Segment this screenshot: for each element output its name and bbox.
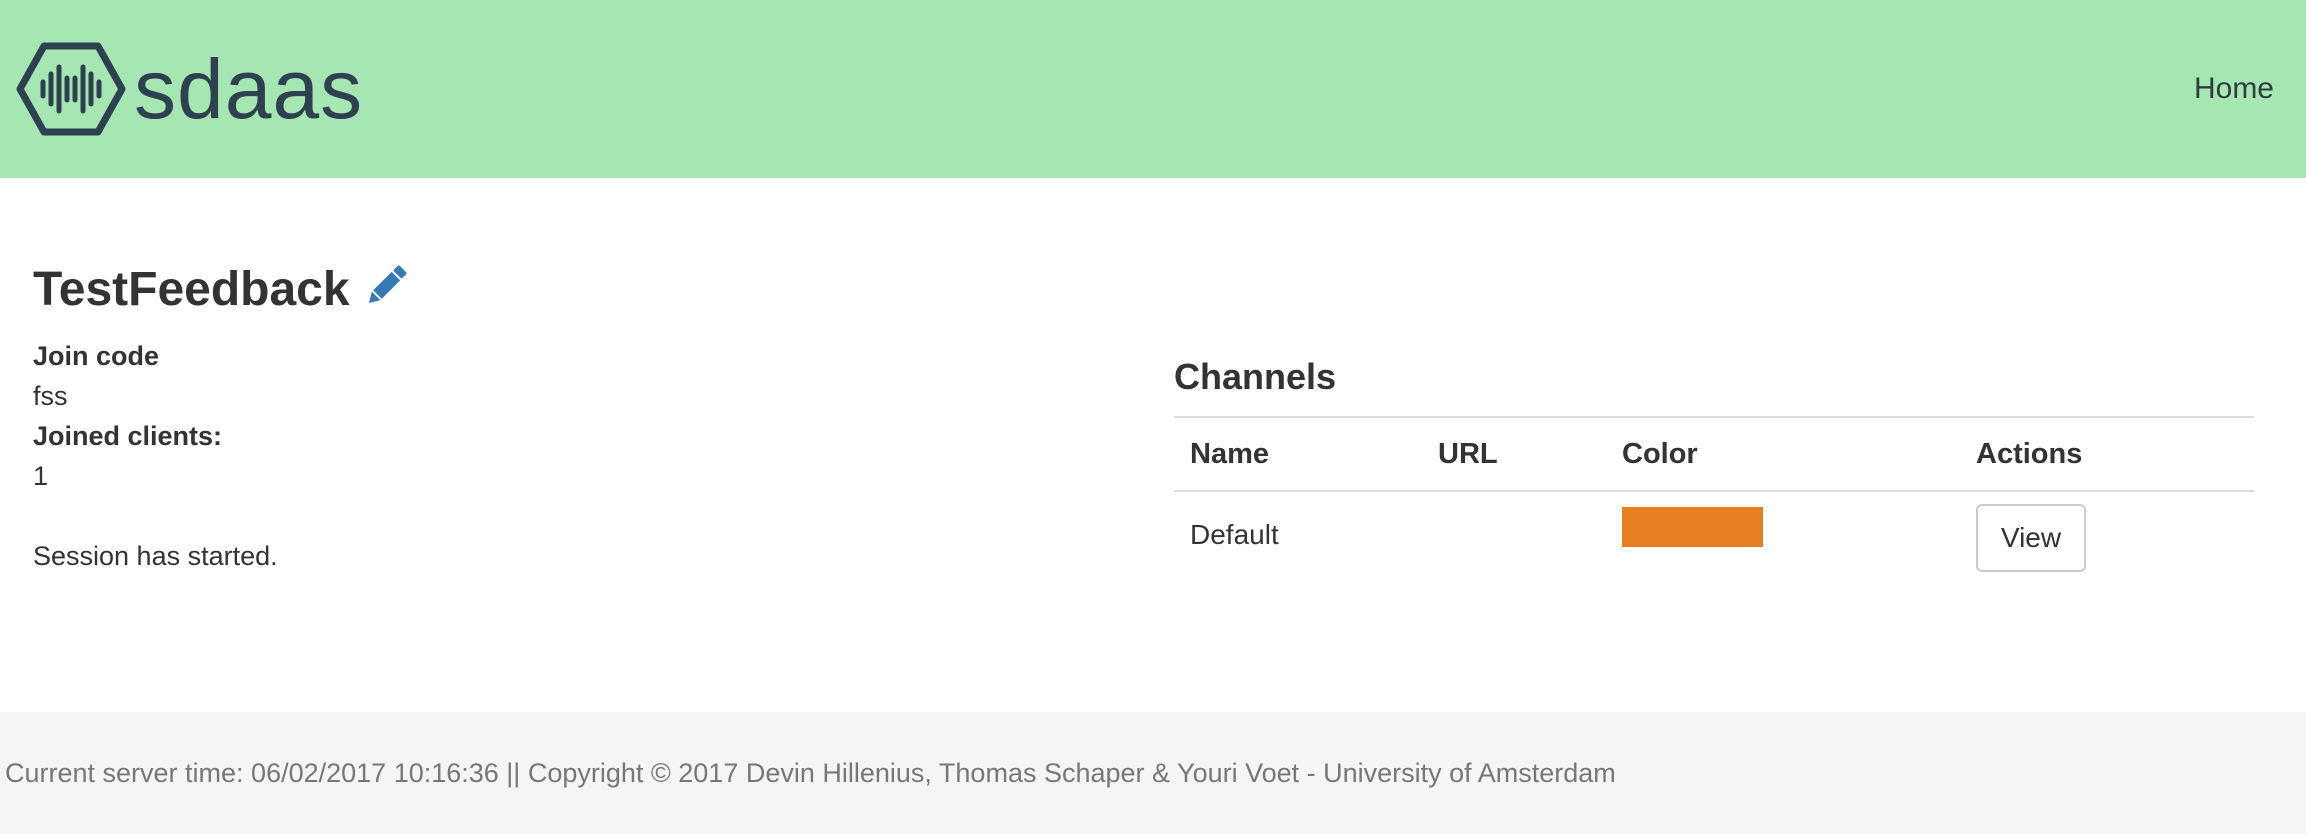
view-channel-button[interactable]: View bbox=[1976, 503, 2086, 572]
column-header-url: URL bbox=[1422, 416, 1606, 492]
session-info: Join code fss Joined clients: 1 bbox=[33, 336, 222, 496]
channel-color-swatch bbox=[1622, 506, 1763, 547]
pencil-icon[interactable] bbox=[360, 260, 412, 312]
nav-home-link[interactable]: Home bbox=[2194, 72, 2274, 106]
column-header-color: Color bbox=[1606, 416, 1960, 492]
channels-heading: Channels bbox=[1174, 356, 1337, 397]
channel-url bbox=[1422, 491, 1606, 577]
column-header-actions: Actions bbox=[1960, 416, 2254, 492]
soundwave-hexagon-icon bbox=[16, 42, 126, 136]
table-row: Default View bbox=[1174, 491, 2254, 577]
navbar: sdaas Home bbox=[0, 0, 2306, 178]
brand-link[interactable]: sdaas bbox=[16, 42, 363, 136]
channel-actions-cell: View bbox=[1960, 491, 2254, 577]
channel-name: Default bbox=[1190, 518, 1279, 550]
channel-color-cell bbox=[1606, 491, 1960, 577]
column-header-name: Name bbox=[1174, 416, 1422, 492]
brand-name: sdaas bbox=[134, 42, 364, 136]
join-code-label: Join code bbox=[33, 341, 160, 371]
join-code-value: fss bbox=[33, 381, 68, 411]
footer: Current server time: 06/02/2017 10:16:36… bbox=[0, 712, 2306, 834]
channels-table: Name URL Color Actions Default View bbox=[1174, 416, 2254, 577]
table-header-row: Name URL Color Actions bbox=[1174, 416, 2254, 492]
joined-clients-value: 1 bbox=[33, 461, 49, 491]
joined-clients-label: Joined clients: bbox=[33, 421, 223, 451]
session-title: TestFeedback bbox=[33, 263, 350, 316]
session-title-row: TestFeedback bbox=[33, 258, 412, 322]
footer-text: Current server time: 06/02/2017 10:16:36… bbox=[5, 758, 1616, 788]
session-status-text: Session has started. bbox=[33, 541, 278, 571]
